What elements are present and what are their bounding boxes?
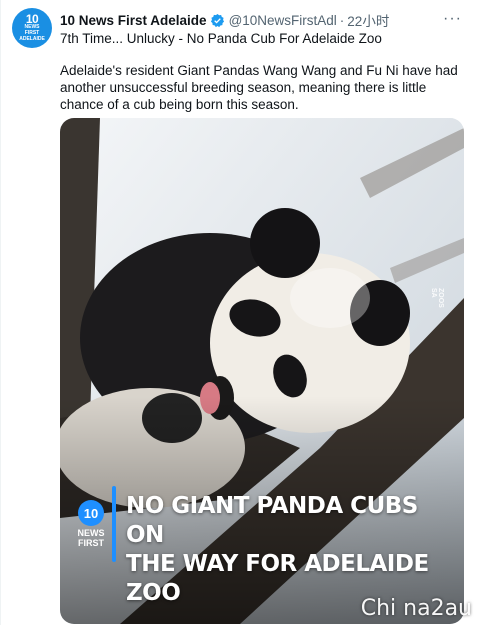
avatar[interactable]: 10 NEWS FIRST ADELAIDE — [12, 8, 52, 48]
timestamp[interactable]: 22小时 — [347, 10, 389, 30]
tweet-media-image[interactable]: ZOOS SA 10 NEWS FIRST NO GIANT PANDA CUB… — [60, 118, 464, 624]
logo-line-news: NEWS — [77, 528, 105, 538]
news-logo: 10 NEWS FIRST — [74, 500, 108, 548]
display-name[interactable]: 10 News First Adelaide — [60, 13, 207, 28]
overlay-headline: NO GIANT PANDA CUBS ON THE WAY FOR ADELA… — [126, 492, 456, 608]
tweet-body: Adelaide's resident Giant Pandas Wang Wa… — [60, 63, 458, 112]
verified-badge-icon — [210, 13, 225, 28]
avatar-number: 10 — [25, 12, 39, 26]
more-options-icon[interactable]: ··· — [443, 10, 462, 28]
overlay-divider — [112, 486, 116, 562]
avatar-label-city: ADELAIDE — [19, 36, 45, 42]
overlay-headline-line1: NO GIANT PANDA CUBS ON — [126, 493, 418, 548]
logo-number: 10 — [78, 500, 104, 526]
tweet-headline: 7th Time... Unlucky - No Panda Cub For A… — [60, 31, 382, 46]
watermark: Chi na2au — [360, 596, 472, 621]
timeline-rail — [0, 0, 1, 625]
tweet-header: 10 News First Adelaide @10NewsFirstAdl ·… — [60, 10, 462, 30]
logo-line-first: FIRST — [78, 538, 104, 548]
separator-dot: · — [339, 12, 345, 28]
handle[interactable]: @10NewsFirstAdl — [229, 13, 337, 28]
photo-credit: ZOOS SA — [430, 288, 444, 308]
